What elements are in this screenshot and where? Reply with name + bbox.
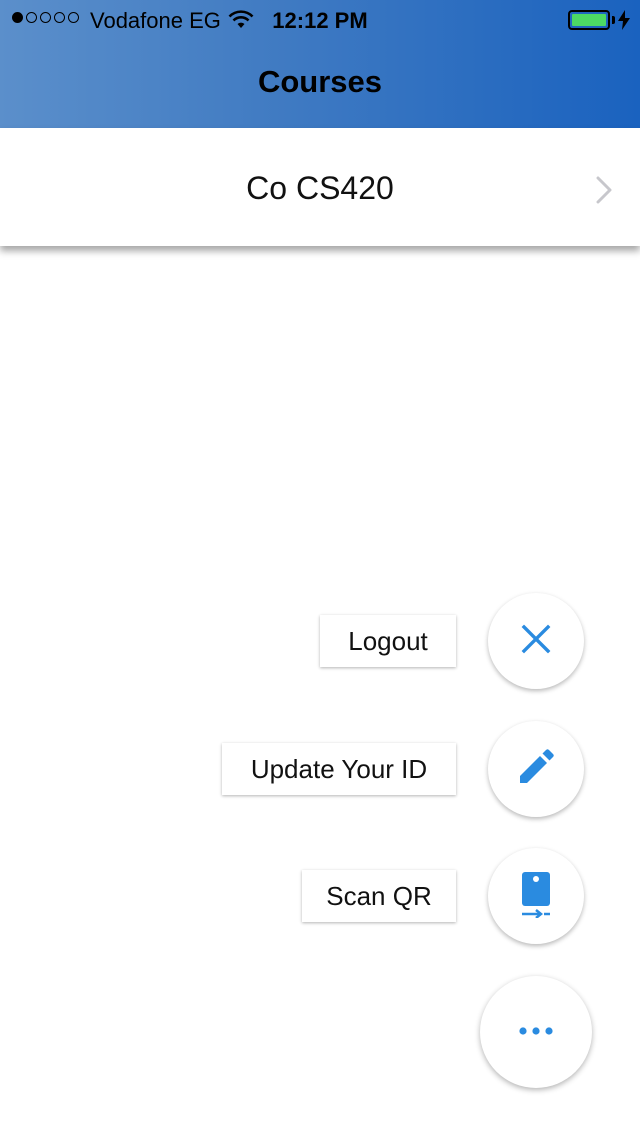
fab-menu-toggle-button[interactable] bbox=[480, 976, 592, 1088]
battery-icon bbox=[568, 10, 610, 30]
battery-tip bbox=[612, 16, 615, 24]
page-title: Courses bbox=[257, 64, 383, 99]
status-time: 12:12 PM bbox=[272, 8, 368, 33]
close-icon bbox=[519, 622, 553, 661]
logout-label[interactable]: Logout bbox=[320, 615, 456, 667]
course-name: Co CS420 bbox=[246, 170, 394, 206]
screen: Vodafone EG 12:12 PM Courses Co CS420 Lo… bbox=[0, 0, 640, 1136]
charging-bolt-icon bbox=[618, 10, 630, 36]
chevron-right-icon bbox=[596, 176, 612, 209]
scan-qr-button[interactable] bbox=[488, 848, 584, 944]
scan-device-icon bbox=[519, 870, 553, 923]
scan-qr-label[interactable]: Scan QR bbox=[302, 870, 456, 922]
logout-button[interactable] bbox=[488, 593, 584, 689]
update-id-button[interactable] bbox=[488, 721, 584, 817]
status-bar: Vodafone EG 12:12 PM bbox=[0, 0, 640, 40]
more-horizontal-icon bbox=[518, 1023, 554, 1041]
course-list-item[interactable]: Co CS420 bbox=[0, 128, 640, 246]
pencil-icon bbox=[516, 747, 556, 792]
update-id-label[interactable]: Update Your ID bbox=[222, 743, 456, 795]
navigation-header: Vodafone EG 12:12 PM Courses bbox=[0, 0, 640, 128]
